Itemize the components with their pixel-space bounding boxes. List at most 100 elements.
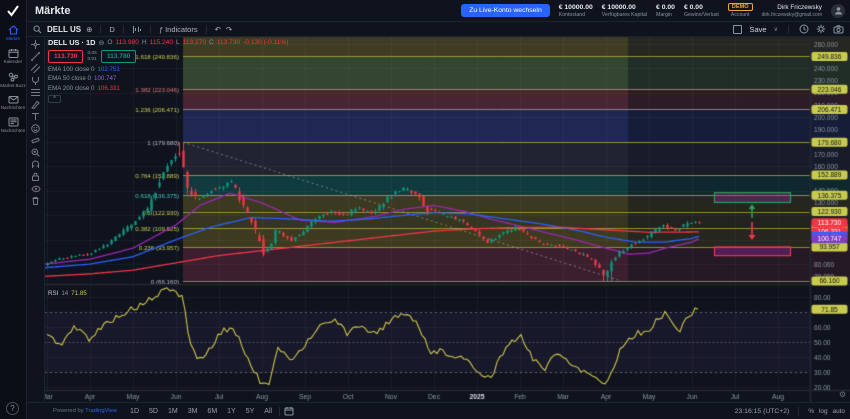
rsi-title: RSI xyxy=(48,290,58,297)
clock-icon[interactable] xyxy=(799,24,809,34)
spread: 0.05 0.01 xyxy=(85,51,98,63)
bottom-toolbar: Powered by TradingView 1D 5D 1M 3M 6M 1Y… xyxy=(27,402,850,419)
low-value: 113.270 xyxy=(183,39,206,46)
sidebar-item-nachrichten-mail[interactable]: Nachrichten xyxy=(0,95,27,110)
avatar[interactable] xyxy=(831,4,845,18)
trash-icon[interactable] xyxy=(29,196,43,205)
save-dropdown-caret[interactable]: ∨ xyxy=(774,26,778,33)
camera-icon[interactable] xyxy=(833,25,844,34)
sidebar-item-nachrichten-news[interactable]: Nachrichten xyxy=(0,117,27,133)
stat-label: Margin xyxy=(656,12,672,18)
buzz-icon xyxy=(8,72,19,82)
chart-legend: DELL US · 1D ⊖ O113.980 H115.240 L113.27… xyxy=(48,38,288,103)
price-axis-settings-gear-icon[interactable]: ⚙ xyxy=(839,390,846,399)
divider xyxy=(279,407,280,416)
divider xyxy=(788,25,789,34)
legend-collapse-button[interactable]: ^ xyxy=(48,95,61,103)
indicators-button[interactable]: ƒ Indicators xyxy=(159,25,198,34)
gear-icon[interactable] xyxy=(816,24,826,34)
sidebar-item-kalender[interactable]: Kalender xyxy=(0,48,27,64)
ema-value: 102.751 xyxy=(97,66,119,73)
sell-button[interactable]: 113.730 xyxy=(48,50,83,63)
ema-50-legend[interactable]: EMA 50 close 0100.747 xyxy=(48,75,288,82)
stat-value: € 10000.00 xyxy=(602,4,636,11)
top-header: Märkte Zu Live-Konto wechseln € 10000.00… xyxy=(27,0,850,22)
add-symbol-button[interactable]: ⊕ xyxy=(86,25,92,34)
close-label: C xyxy=(209,39,214,46)
log-scale-button[interactable]: log xyxy=(819,408,828,415)
crosshair-icon[interactable] xyxy=(29,40,43,49)
layout-button[interactable] xyxy=(733,25,742,34)
stat-label: Gewinn/Verlust xyxy=(684,12,719,18)
switch-live-account-button[interactable]: Zu Live-Konto wechseln xyxy=(461,4,550,17)
collapse-circle-icon[interactable]: ⊖ xyxy=(99,39,105,47)
emoji-icon[interactable] xyxy=(29,124,43,133)
tf-6m[interactable]: 6M xyxy=(204,407,220,416)
sidebar-item-maerkte[interactable]: Märkte xyxy=(0,25,27,41)
eye-icon[interactable] xyxy=(29,184,43,193)
page-title: Märkte xyxy=(35,5,70,17)
rsi-period: 14 xyxy=(61,290,68,297)
magnet-icon[interactable] xyxy=(29,160,43,169)
auto-scale-button[interactable]: auto xyxy=(833,408,845,415)
parallel-channel-icon[interactable] xyxy=(29,64,43,73)
tf-1m[interactable]: 1M xyxy=(165,407,181,416)
mail-icon xyxy=(8,95,19,104)
undo-button[interactable]: ↶ xyxy=(215,25,221,34)
stat-value: € 0.00 xyxy=(684,4,703,11)
lock-icon[interactable] xyxy=(29,172,43,181)
trend-line-icon[interactable] xyxy=(29,52,43,61)
text-tool-icon[interactable] xyxy=(29,112,43,121)
search-icon xyxy=(33,25,42,34)
spread-bottom: 0.01 xyxy=(87,57,96,63)
user-menu[interactable]: Dirk Friczewsky dirk.friczewsky@gmail.co… xyxy=(762,4,822,18)
pitchfork-icon[interactable] xyxy=(29,76,43,85)
ema-100-legend[interactable]: EMA 100 close 0102.751 xyxy=(48,66,288,73)
redo-button[interactable]: ↷ xyxy=(226,25,232,34)
open-label: O xyxy=(107,39,112,46)
powered-prefix: Powered by xyxy=(53,408,84,414)
brush-icon[interactable] xyxy=(29,100,43,109)
interval-button[interactable]: D xyxy=(109,25,114,34)
sidebar-item-market-buzz[interactable]: Market Buzz xyxy=(0,72,27,88)
tf-1y[interactable]: 1Y xyxy=(224,407,239,416)
change-value: -0.130 (-0.11%) xyxy=(243,39,288,46)
close-value: 113.730 xyxy=(217,39,240,46)
high-value: 115.240 xyxy=(150,39,173,46)
high-label: H xyxy=(142,39,147,46)
tf-5d[interactable]: 5D xyxy=(146,407,161,416)
sidebar-item-label: Märkte xyxy=(6,36,20,41)
stat-label: Kontostand xyxy=(559,12,585,18)
tradingview-link[interactable]: TradingView xyxy=(85,408,117,414)
stat-kontostand: € 10000.00 Kontostand xyxy=(559,4,593,18)
legend-symbol-title[interactable]: DELL US · 1D xyxy=(48,38,96,47)
zoom-in-icon[interactable] xyxy=(29,148,43,157)
trading-app: Märkte Kalender Market Buzz Nachrichten … xyxy=(0,0,850,419)
stat-margin: € 0.00 Margin xyxy=(656,4,675,18)
buy-button[interactable]: 113.780 xyxy=(101,50,136,63)
measure-icon[interactable] xyxy=(29,136,43,145)
tf-1d[interactable]: 1D xyxy=(127,407,142,416)
fib-retracement-icon[interactable] xyxy=(29,88,43,97)
home-icon xyxy=(8,25,19,35)
demo-account-badge: DEMO Account xyxy=(728,3,753,18)
go-to-date-calendar-icon[interactable] xyxy=(284,406,294,416)
save-button[interactable]: Save xyxy=(749,25,766,34)
tf-3m[interactable]: 3M xyxy=(185,407,201,416)
divider xyxy=(123,25,124,34)
ema-200-legend[interactable]: EMA 200 close 0106.331 xyxy=(48,85,288,92)
percent-scale-button[interactable]: % xyxy=(808,408,814,415)
symbol-search-button[interactable]: DELL US xyxy=(47,25,81,34)
compare-icon[interactable] xyxy=(132,25,142,34)
rsi-legend[interactable]: RSI 14 71.85 xyxy=(48,290,87,297)
chart-toolbar: DELL US ⊕ D ƒ Indicators ↶ ↷ Save ∨ xyxy=(27,22,850,37)
app-sidebar: Märkte Kalender Market Buzz Nachrichten … xyxy=(0,0,27,419)
user-name: Dirk Friczewsky xyxy=(777,4,822,11)
timeframe-buttons: 1D 5D 1M 3M 6M 1Y 5Y All xyxy=(127,407,275,416)
app-logo-checkmark-icon xyxy=(6,5,20,17)
tf-5y[interactable]: 5Y xyxy=(243,407,258,416)
divider xyxy=(206,25,207,34)
tf-all[interactable]: All xyxy=(261,407,275,416)
session-time[interactable]: 23:16:15 (UTC+2) xyxy=(735,408,790,415)
help-button[interactable]: ? xyxy=(6,402,19,415)
